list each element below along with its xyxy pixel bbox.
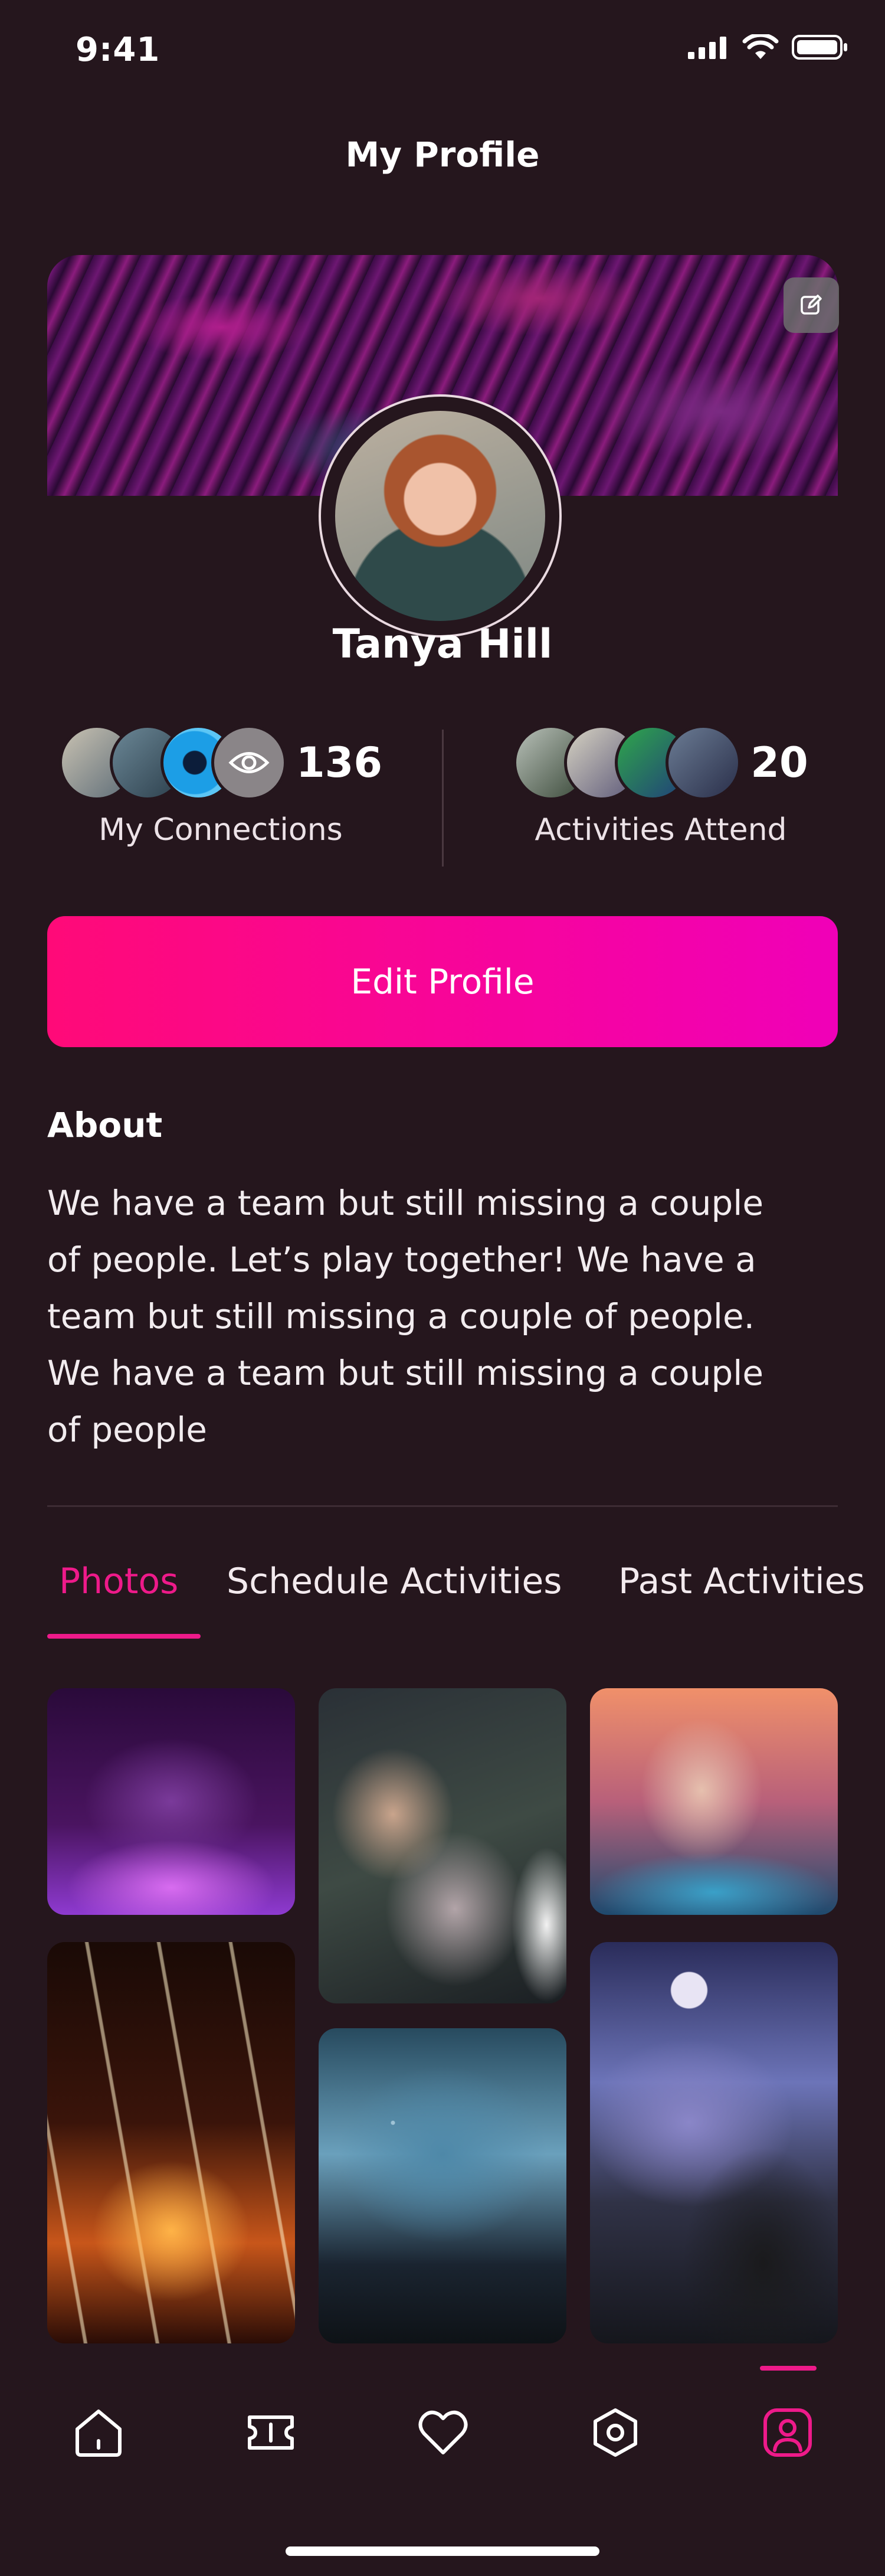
avatar[interactable] (319, 394, 562, 638)
nav-favorites[interactable] (411, 2400, 476, 2465)
heart-icon (418, 2410, 468, 2454)
stats-divider (442, 730, 444, 867)
status-time: 9:41 (76, 31, 160, 69)
eye-icon (228, 752, 270, 773)
connections-label: My Connections (99, 812, 343, 848)
signal-icon (688, 37, 726, 59)
connections-avatars (58, 725, 287, 800)
profile-icon (763, 2408, 812, 2457)
activities-avatars (513, 725, 742, 800)
edit-icon (801, 295, 822, 315)
activities-count: 20 (750, 738, 808, 787)
tab-past-activities[interactable]: Past Activities (618, 1561, 865, 1602)
wifi-icon (742, 34, 779, 59)
photo-party-friends[interactable] (319, 1688, 566, 2003)
about-line: We have a team but still missing a coupl… (47, 1183, 764, 1223)
section-divider (47, 1505, 838, 1507)
nav-tickets[interactable] (238, 2400, 303, 2465)
nav-home[interactable] (66, 2400, 131, 2465)
about-title: About (47, 1105, 163, 1145)
activity-thumb (666, 725, 742, 800)
tab-photos[interactable]: Photos (59, 1561, 178, 1602)
avatar-photo (335, 411, 545, 621)
nav-active-indicator (760, 2366, 817, 2371)
photo-dj[interactable] (590, 1942, 838, 2343)
settings-icon (594, 2408, 637, 2457)
profile-name: Tanya Hill (332, 621, 553, 668)
photo-confetti-crowd[interactable] (319, 2028, 566, 2343)
photo-dance-floor[interactable] (590, 1688, 838, 1915)
home-icon (76, 2410, 122, 2457)
photo-dancers[interactable] (47, 1688, 295, 1915)
activities-label: Activities Attend (535, 812, 787, 848)
connections-count: 136 (296, 738, 383, 787)
nav-settings[interactable] (583, 2400, 648, 2465)
connection-avatar (211, 725, 287, 800)
about-text: We have a team but still missing a coupl… (47, 1175, 856, 1458)
active-tab-indicator (47, 1634, 201, 1639)
photo-fireworks[interactable] (47, 1942, 295, 2343)
edit-profile-button[interactable]: Edit Profile (47, 916, 838, 1047)
nav-profile[interactable] (755, 2400, 820, 2465)
about-line: We have a team but still missing a coupl… (47, 1353, 764, 1393)
ticket-icon (248, 2415, 294, 2450)
connections-stat[interactable]: 136 My Connections (58, 725, 382, 848)
page-title: My Profile (345, 135, 540, 175)
about-line: of people (47, 1410, 207, 1450)
status-icons (688, 34, 848, 60)
about-line: team but still missing a couple of peopl… (47, 1296, 755, 1336)
edit-cover-button[interactable] (784, 277, 839, 333)
home-indicator (286, 2546, 599, 2556)
about-line: of people. Let’s play together! We have … (47, 1240, 756, 1280)
tab-schedule-activities[interactable]: Schedule Activities (227, 1561, 562, 1602)
battery-icon (792, 35, 847, 60)
activities-stat[interactable]: 20 Activities Attend (513, 725, 808, 848)
